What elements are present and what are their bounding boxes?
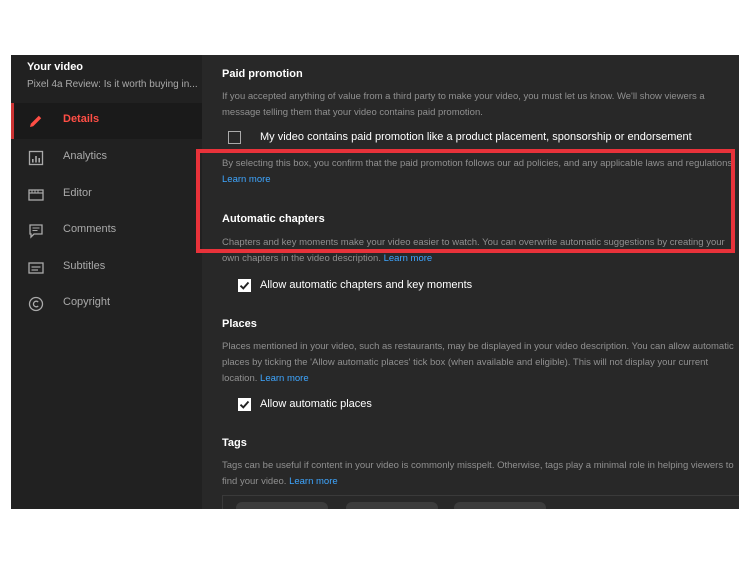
tag-chip[interactable] (236, 502, 328, 509)
tags-description: Tags can be useful if content in your vi… (222, 458, 739, 490)
automatic-chapters-description-text: Chapters and key moments make your video… (222, 237, 725, 264)
studio-window: Your video Pixel 4a Review: Is it worth … (11, 55, 739, 509)
your-video-title: Your video (27, 61, 84, 73)
copyright-icon (28, 296, 44, 312)
sidebar-item-label: Details (63, 113, 100, 125)
details-panel: Paid promotion If you accepted anything … (202, 55, 739, 509)
sidebar-item-details[interactable]: Details (11, 103, 202, 139)
paid-promotion-checkbox-label[interactable]: My video contains paid promotion like a … (260, 131, 692, 143)
active-indicator (11, 103, 14, 139)
paid-promotion-note: By selecting this box, you confirm that … (222, 156, 739, 188)
paid-promotion-description: If you accepted anything of value from a… (222, 91, 705, 118)
automatic-chapters-checkbox-label[interactable]: Allow automatic chapters and key moments (260, 279, 472, 291)
subtitles-icon (28, 262, 44, 274)
paid-promotion-checkbox[interactable] (228, 131, 241, 144)
automatic-chapters-heading: Automatic chapters (222, 213, 325, 225)
sidebar-item-label: Subtitles (63, 260, 106, 272)
places-checkbox[interactable] (238, 398, 251, 411)
sidebar-item-label: Comments (63, 223, 117, 235)
automatic-chapters-checkbox[interactable] (238, 279, 251, 292)
sidebar-item-label: Analytics (63, 150, 108, 162)
analytics-icon (28, 150, 44, 166)
pencil-icon (30, 115, 42, 127)
places-description: Places mentioned in your video, such as … (222, 339, 739, 387)
paid-promotion-note-text: By selecting this box, you confirm that … (222, 158, 735, 169)
comments-icon (29, 224, 43, 239)
tag-chip[interactable] (346, 502, 438, 509)
editor-icon (28, 189, 44, 201)
sidebar-item-subtitles[interactable]: Subtitles (11, 250, 202, 286)
paid-promotion-heading: Paid promotion (222, 68, 303, 80)
learn-more-link[interactable]: Learn more (260, 373, 309, 384)
learn-more-link[interactable]: Learn more (222, 174, 271, 185)
places-checkbox-label[interactable]: Allow automatic places (260, 398, 372, 410)
sidebar-item-comments[interactable]: Comments (11, 213, 202, 249)
tags-heading: Tags (222, 437, 247, 449)
sidebar-item-copyright[interactable]: Copyright (11, 286, 202, 322)
sidebar-item-analytics[interactable]: Analytics (11, 140, 202, 176)
checkmark-icon (239, 281, 250, 290)
automatic-chapters-description: Chapters and key moments make your video… (222, 235, 739, 267)
video-title[interactable]: Pixel 4a Review: Is it worth buying in..… (27, 79, 198, 90)
learn-more-link[interactable]: Learn more (289, 476, 338, 487)
sidebar: Your video Pixel 4a Review: Is it worth … (11, 55, 202, 509)
places-heading: Places (222, 318, 257, 330)
sidebar-item-label: Editor (63, 187, 92, 199)
learn-more-link[interactable]: Learn more (384, 253, 433, 264)
sidebar-item-editor[interactable]: Editor (11, 177, 202, 213)
checkmark-icon (239, 400, 250, 409)
tag-chip[interactable] (454, 502, 546, 509)
sidebar-item-label: Copyright (63, 296, 111, 308)
